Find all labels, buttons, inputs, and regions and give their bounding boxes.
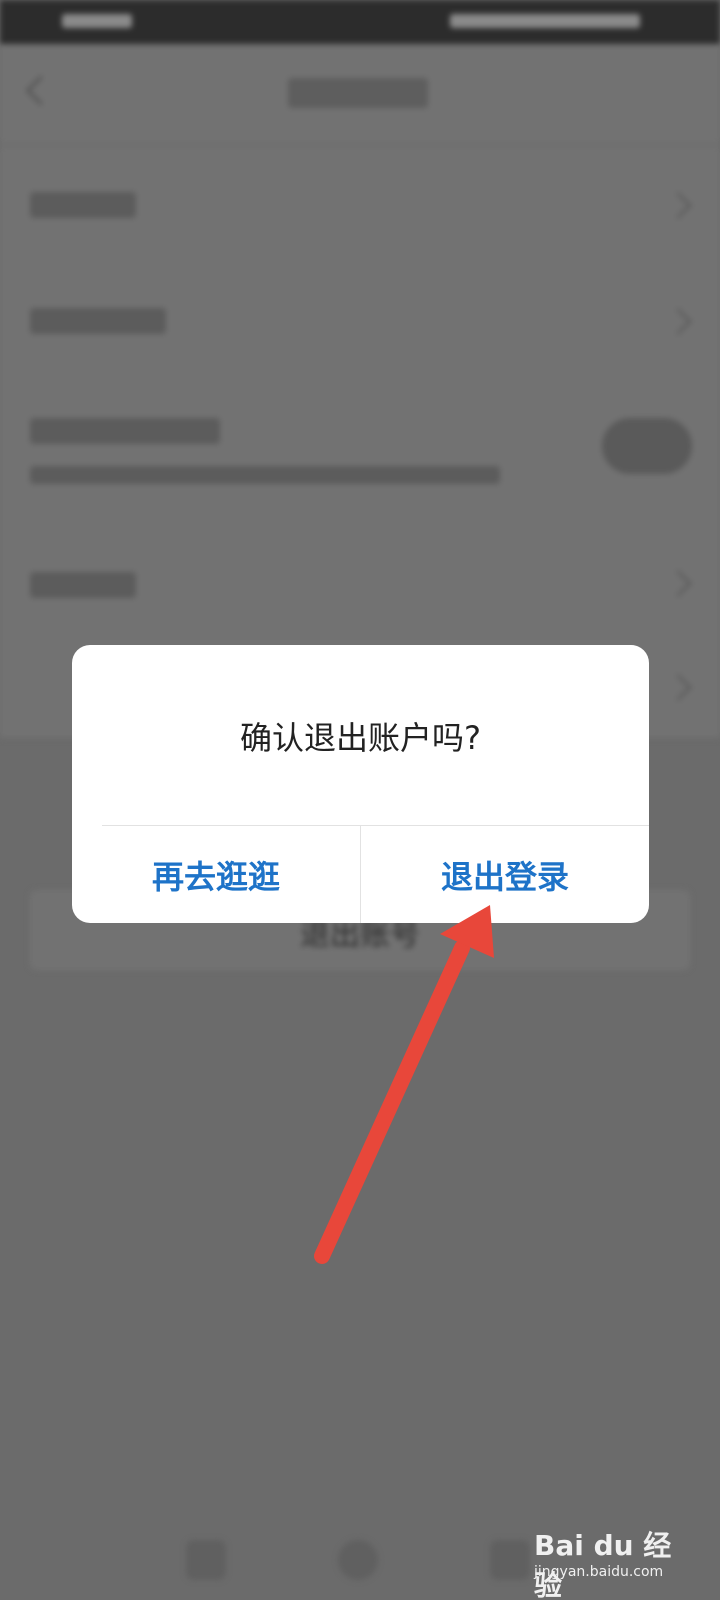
baidu-jingyan-watermark: Bai du 经验 jingyan.baidu.com [534, 1524, 684, 1600]
settings-row-2[interactable] [0, 262, 720, 379]
cancel-button[interactable]: 再去逛逛 [72, 826, 360, 923]
chevron-right-icon [665, 308, 692, 335]
chevron-right-icon [665, 192, 692, 219]
chevron-right-icon [665, 674, 692, 701]
dialog-message: 确认退出账户吗? [240, 719, 481, 757]
status-icons [450, 14, 640, 28]
nav-home-icon[interactable] [338, 1540, 378, 1580]
settings-row-label [30, 418, 220, 444]
nav-back-icon[interactable] [186, 1540, 226, 1580]
settings-row-desc [30, 466, 500, 484]
logout-confirm-dialog: 确认退出账户吗? 再去逛逛 退出登录 [72, 645, 649, 923]
chevron-right-icon [665, 570, 692, 597]
watermark-url: jingyan.baidu.com [534, 1564, 664, 1580]
settings-row-label [30, 308, 166, 334]
page-title [288, 78, 428, 108]
signal-icon [62, 14, 132, 28]
watermark-logo: Bai du 经验 [534, 1529, 672, 1600]
nav-bar [0, 44, 720, 144]
settings-row-label [30, 192, 136, 218]
settings-row-1[interactable] [0, 146, 720, 263]
back-chevron-icon[interactable] [25, 75, 56, 106]
settings-row-3[interactable] [0, 528, 720, 639]
settings-row-toggle[interactable] [0, 378, 720, 529]
status-bar [0, 0, 720, 44]
confirm-logout-button[interactable]: 退出登录 [361, 826, 649, 923]
settings-row-label [30, 572, 136, 598]
toggle-switch-icon[interactable] [602, 418, 692, 474]
nav-recent-icon[interactable] [490, 1540, 530, 1580]
screen: 退出账号 确认退出账户吗? 再去逛逛 退出登录 Bai du 经验 jingya… [0, 0, 720, 1600]
